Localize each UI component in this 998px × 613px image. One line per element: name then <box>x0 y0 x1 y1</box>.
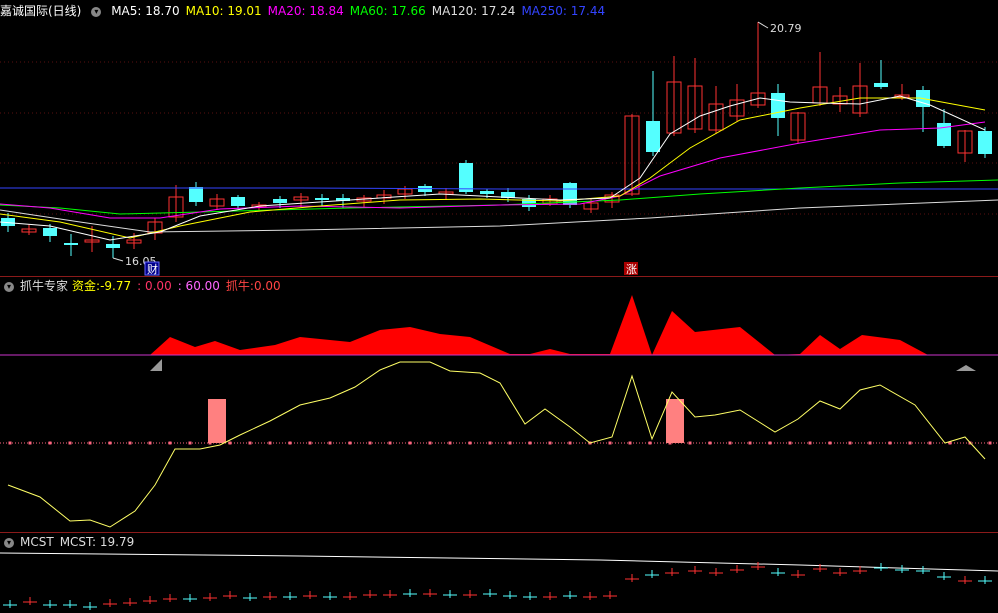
zijin-area <box>150 295 928 355</box>
threshold-dot <box>868 441 872 445</box>
threshold-dot <box>328 441 332 445</box>
threshold-dot <box>508 441 512 445</box>
threshold-dot <box>788 441 792 445</box>
candle-body <box>459 163 473 192</box>
threshold-dot <box>148 441 152 445</box>
candle-body <box>874 83 888 87</box>
threshold-dot <box>488 441 492 445</box>
ma10-line <box>0 97 986 239</box>
candle-body <box>978 131 992 154</box>
mcst-line <box>0 552 998 572</box>
threshold-dot <box>548 441 552 445</box>
threshold-dot <box>568 441 572 445</box>
threshold-dot <box>388 441 392 445</box>
threshold-dot <box>768 441 772 445</box>
threshold-dot <box>728 441 732 445</box>
ma250-line <box>0 187 998 190</box>
threshold-dot <box>368 441 372 445</box>
candle-body <box>771 93 785 118</box>
threshold-dot <box>288 441 292 445</box>
candle-body <box>315 198 329 200</box>
threshold-dot <box>228 441 232 445</box>
threshold-dot <box>748 441 752 445</box>
threshold-dot <box>448 441 452 445</box>
indicator-chart[interactable] <box>0 277 998 535</box>
threshold-dot <box>848 441 852 445</box>
threshold-dot <box>528 441 532 445</box>
threshold-dot <box>48 441 52 445</box>
threshold-dot <box>688 441 692 445</box>
scroll-left-arrow <box>150 359 162 371</box>
high-pointer <box>757 21 769 29</box>
threshold-dot <box>828 441 832 445</box>
threshold-dot <box>888 441 892 445</box>
threshold-dot <box>928 441 932 445</box>
threshold-dot <box>648 441 652 445</box>
threshold-dot <box>188 441 192 445</box>
mcst-chart[interactable] <box>0 533 998 613</box>
high-price-label: 20.79 <box>770 22 802 35</box>
ma20-line <box>0 121 986 219</box>
scroll-right-arrow <box>956 365 976 371</box>
low-pointer <box>112 257 124 262</box>
threshold-dot <box>68 441 72 445</box>
oscillator-line <box>7 361 986 528</box>
candle-body <box>106 244 120 248</box>
candle-body <box>189 187 203 202</box>
zhuaniu-bar <box>208 399 226 443</box>
candle-body <box>273 199 287 203</box>
threshold-dot <box>708 441 712 445</box>
threshold-dot <box>308 441 312 445</box>
zhang-marker: 涨 <box>626 263 637 276</box>
candle-body <box>231 197 245 206</box>
candlestick-chart[interactable]: 20.7916.05财涨 <box>0 0 998 278</box>
cai-marker: 财 <box>147 262 158 276</box>
threshold-dot <box>88 441 92 445</box>
candle-body <box>64 243 78 245</box>
threshold-dot <box>628 441 632 445</box>
threshold-dot <box>468 441 472 445</box>
threshold-dot <box>348 441 352 445</box>
threshold-dot <box>168 441 172 445</box>
threshold-dot <box>28 441 32 445</box>
threshold-dot <box>268 441 272 445</box>
threshold-dot <box>428 441 432 445</box>
candle-body <box>480 191 494 194</box>
candle-body <box>646 121 660 152</box>
threshold-dot <box>8 441 12 445</box>
threshold-dot <box>908 441 912 445</box>
threshold-dot <box>608 441 612 445</box>
zhuaniu-bar <box>666 399 684 443</box>
threshold-dot <box>988 441 992 445</box>
threshold-dot <box>248 441 252 445</box>
candle-body <box>43 228 57 236</box>
threshold-dot <box>128 441 132 445</box>
threshold-dot <box>108 441 112 445</box>
threshold-dot <box>808 441 812 445</box>
threshold-dot <box>408 441 412 445</box>
